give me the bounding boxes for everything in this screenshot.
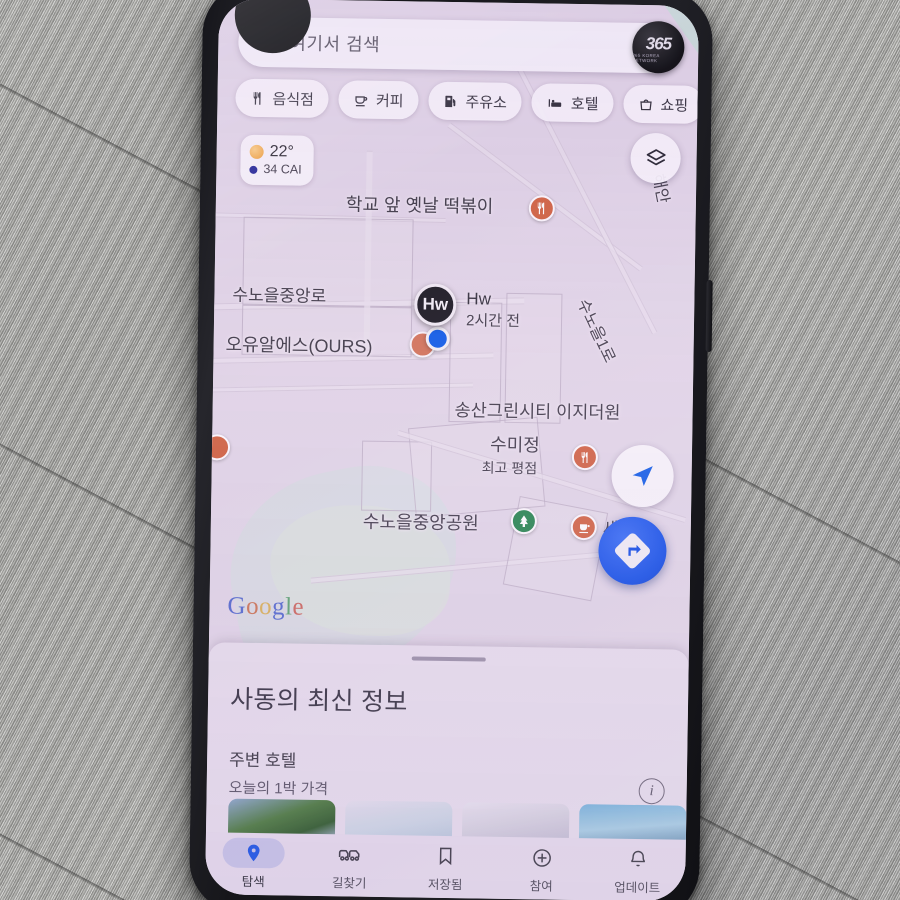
nav-item-contribute[interactable]: 참여: [493, 842, 590, 896]
nav-pill: [222, 837, 285, 869]
weather-temperature: 22°: [269, 143, 295, 161]
chip-hotel[interactable]: 호텔: [531, 83, 614, 123]
category-chip-row[interactable]: 음식점 커피 주유소 호텔 쇼핑: [235, 78, 700, 124]
sheet-title: 사동의 최신 정보: [229, 685, 408, 717]
nav-pill: [606, 843, 668, 874]
map-label-poi[interactable]: 수미정: [490, 431, 540, 458]
smartphone-device: 학교 앞 옛날 떡볶이 수노을중앙로 오유알에스(OURS) 수노을1로 송산그…: [188, 0, 714, 900]
avatar-logo-text: 365: [645, 34, 672, 54]
chip-restaurants[interactable]: 음식점: [235, 78, 330, 119]
chip-shopping[interactable]: 쇼핑: [623, 84, 700, 124]
chip-label: 호텔: [570, 95, 599, 113]
chip-coffee[interactable]: 커피: [338, 80, 419, 120]
weather-air-quality: 34 CAI: [263, 162, 302, 177]
shared-location-label: Hw 2시간 전: [466, 288, 521, 332]
weather-aqi-widget[interactable]: 22° 34 CAI: [240, 134, 315, 186]
nav-item-directions[interactable]: 길찾기: [301, 839, 398, 893]
nav-pill: [414, 840, 476, 871]
nav-pill: [318, 839, 380, 870]
sheet-section-title: 주변 호텔: [228, 750, 297, 771]
bottom-navigation-bar[interactable]: 탐색 길찾기 저장됨 참여 업데이트: [205, 832, 686, 900]
wm-letter: g: [271, 593, 286, 621]
sun-icon: [249, 144, 264, 160]
bottom-sheet[interactable]: 사동의 최신 정보 주변 호텔 오늘의 1박 가격 i: [205, 642, 689, 846]
nav-item-saved[interactable]: 저장됨: [397, 840, 494, 894]
sheet-section-text: 주변 호텔 오늘의 1박 가격: [229, 746, 329, 800]
nav-pill: [510, 842, 572, 873]
map-label-park[interactable]: 수노을중앙공원: [363, 508, 479, 536]
nav-label: 길찾기: [331, 876, 367, 891]
map-label-place[interactable]: 송산그린시티 이지더원: [454, 397, 620, 425]
chip-gas-station[interactable]: 주유소: [428, 81, 523, 122]
wm-letter: e: [292, 593, 305, 621]
map-label-poi[interactable]: 오유알에스(OURS): [225, 330, 372, 358]
nav-item-explore[interactable]: 탐색: [205, 837, 302, 891]
map-label-road: 수노을중앙로: [232, 285, 327, 307]
restaurant-pin-icon[interactable]: [528, 195, 556, 222]
sheet-drag-handle[interactable]: [411, 656, 486, 662]
phone-screen: 학교 앞 옛날 떡볶이 수노을중앙로 오유알에스(OURS) 수노을1로 송산그…: [205, 0, 700, 900]
photo-scene: 학교 앞 옛날 떡볶이 수노을중앙로 오유알에스(OURS) 수노을1로 송산그…: [0, 0, 900, 900]
sheet-section-subtitle: 오늘의 1박 가격: [228, 779, 329, 799]
restaurant-pin-icon[interactable]: [571, 443, 599, 471]
map-block: [361, 440, 433, 512]
nav-label: 참여: [529, 879, 553, 894]
air-quality-dot-icon: [249, 165, 258, 174]
restaurant-pin-icon[interactable]: [208, 434, 231, 461]
chip-label: 쇼핑: [660, 96, 689, 115]
sheet-section-header: 주변 호텔 오늘의 1박 가격 i: [229, 746, 666, 805]
my-location-dot: [425, 326, 450, 351]
nav-label: 업데이트: [614, 880, 661, 896]
map-label-poi-sub: 최고 평점: [481, 459, 538, 477]
info-icon[interactable]: i: [638, 777, 665, 805]
shared-marker-name: Hw: [466, 289, 492, 309]
nav-label: 탐색: [241, 874, 265, 890]
wm-letter: o: [258, 593, 273, 621]
chip-label: 주유소: [465, 93, 508, 112]
wm-letter: o: [245, 592, 260, 621]
map-label-poi[interactable]: 학교 앞 옛날 떡볶이: [346, 190, 494, 218]
search-input[interactable]: 여기서 검색: [289, 29, 634, 60]
avatar-logo-subtext: 365 KOREA NETWORK: [632, 52, 660, 64]
map-road: [208, 382, 474, 393]
weather-aqi-row: 34 CAI: [249, 162, 302, 178]
chip-label: 커피: [375, 92, 404, 110]
shared-marker-initials: Hw: [422, 294, 449, 314]
nav-item-updates[interactable]: 업데이트: [589, 843, 686, 897]
wm-letter: G: [227, 592, 247, 620]
map-label-road: 수노을1로: [573, 296, 618, 366]
chip-label: 음식점: [272, 90, 315, 109]
weather-temp-row: 22°: [249, 142, 303, 163]
shared-marker-time: 2시간 전: [465, 312, 521, 331]
nav-label: 저장됨: [427, 877, 463, 893]
power-button[interactable]: [705, 279, 713, 353]
google-watermark: Google: [227, 593, 304, 622]
